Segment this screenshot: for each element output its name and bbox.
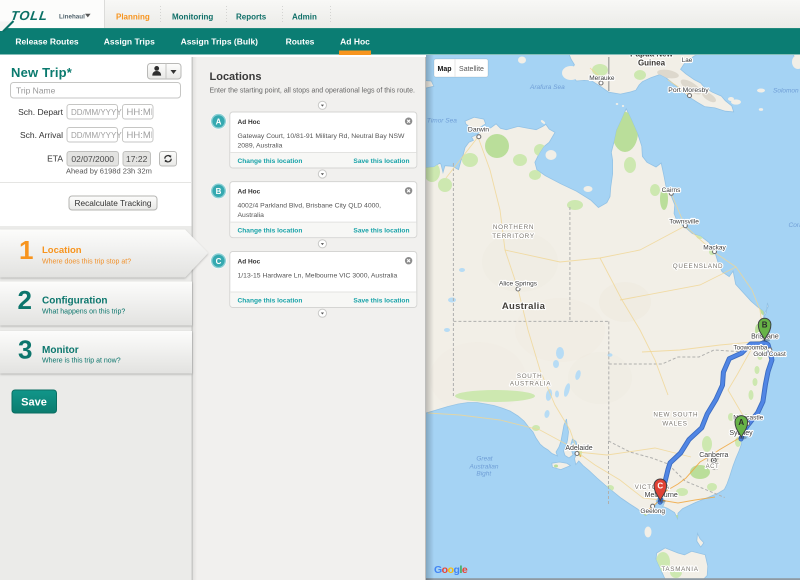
svg-text:Arafura Sea: Arafura Sea [529, 84, 565, 91]
svg-text:Guinea: Guinea [638, 59, 666, 68]
svg-text:Configuration: Configuration [42, 296, 108, 307]
svg-text:Admin: Admin [292, 13, 317, 22]
svg-text:Sch. Depart: Sch. Depart [18, 107, 64, 117]
svg-text:Change this location: Change this location [238, 298, 303, 305]
svg-text:Linehaul: Linehaul [59, 13, 85, 20]
svg-text:17:22: 17:22 [126, 154, 148, 164]
svg-text:Darwin: Darwin [468, 127, 489, 134]
svg-text:Australian: Australian [469, 463, 499, 470]
svg-text:Save this location: Save this location [353, 158, 409, 165]
svg-text:Routes: Routes [286, 37, 315, 47]
svg-text:Recalculate Tracking: Recalculate Tracking [74, 198, 151, 208]
svg-text:Lae: Lae [682, 57, 693, 64]
svg-text:Ad Hoc: Ad Hoc [238, 259, 261, 266]
svg-text:Sch. Arrival: Sch. Arrival [20, 130, 63, 140]
svg-text:Adelaide: Adelaide [565, 445, 592, 452]
svg-text:3: 3 [18, 335, 32, 365]
svg-text:Ad Hoc: Ad Hoc [238, 119, 261, 126]
svg-text:Bight: Bight [476, 471, 492, 478]
svg-text:Australia: Australia [238, 212, 265, 219]
svg-text:Save this location: Save this location [353, 228, 409, 235]
svg-text:DD/MM/YYYY: DD/MM/YYYY [71, 108, 122, 117]
svg-text:Great: Great [476, 456, 493, 463]
svg-text:B: B [216, 187, 222, 196]
svg-text:TASMANIA: TASMANIA [661, 566, 698, 573]
svg-text:ETA: ETA [47, 154, 63, 164]
svg-text:Reports: Reports [236, 13, 267, 22]
svg-text:Location: Location [42, 245, 82, 256]
svg-text:4002/4 Parkland Blvd, Brisbane: 4002/4 Parkland Blvd, Brisbane City QLD … [238, 202, 382, 209]
svg-text:C: C [657, 481, 663, 490]
svg-text:02/07/2000: 02/07/2000 [71, 154, 114, 164]
svg-text:WALES: WALES [662, 421, 687, 428]
svg-text:NORTHERN: NORTHERN [493, 224, 534, 231]
svg-text:Geelong: Geelong [640, 508, 665, 515]
svg-text:A: A [216, 117, 222, 126]
svg-text:Save this location: Save this location [353, 298, 409, 305]
svg-text:Enter the starting point, all: Enter the starting point, all stops and … [210, 88, 416, 95]
svg-text:Ad Hoc: Ad Hoc [340, 37, 370, 47]
svg-text:Where does this trip stop at?: Where does this trip stop at? [42, 259, 131, 266]
svg-text:A: A [738, 418, 744, 427]
svg-text:SOUTH: SOUTH [517, 373, 543, 380]
svg-text:Coral Sea: Coral Sea [789, 222, 800, 229]
svg-text:2: 2 [18, 285, 32, 315]
svg-text:Solomon Sea: Solomon Sea [773, 87, 800, 94]
svg-text:Mackay: Mackay [703, 245, 726, 252]
svg-text:Gateway Court, 10/81-91 Milita: Gateway Court, 10/81-91 Military Rd, Neu… [238, 133, 406, 140]
svg-text:Satellite: Satellite [459, 66, 484, 73]
svg-text:Cairns: Cairns [662, 187, 682, 194]
svg-text:TERRITORY: TERRITORY [492, 233, 535, 240]
svg-text:Monitor: Monitor [42, 345, 79, 356]
svg-text:New Trip*: New Trip* [11, 65, 73, 80]
svg-text:NEW SOUTH: NEW SOUTH [653, 412, 698, 419]
svg-text:QUEENSLAND: QUEENSLAND [673, 263, 723, 270]
svg-text:Monitoring: Monitoring [172, 13, 213, 22]
svg-text:2089, Australia: 2089, Australia [238, 143, 283, 150]
svg-text:AUSTRALIA: AUSTRALIA [510, 381, 551, 388]
svg-text:Map: Map [438, 66, 452, 73]
svg-text:Google: Google [434, 564, 468, 576]
svg-text:Port Moresby: Port Moresby [668, 87, 709, 94]
svg-text:What happens on this trip?: What happens on this trip? [42, 309, 125, 316]
svg-text:1/13-15 Hardware Ln, Melbourne: 1/13-15 Hardware Ln, Melbourne VIC 3000,… [238, 272, 398, 279]
svg-text:Change this location: Change this location [238, 228, 303, 235]
svg-text:Alice Springs: Alice Springs [499, 281, 538, 288]
svg-text:Townsville: Townsville [669, 219, 699, 226]
svg-text:Gold Coast: Gold Coast [753, 351, 786, 358]
svg-text:Change this location: Change this location [238, 158, 303, 165]
svg-text:Canberra: Canberra [699, 452, 728, 459]
svg-text:Locations: Locations [210, 71, 262, 83]
svg-text:Merauke: Merauke [589, 75, 615, 82]
svg-text:ACT: ACT [706, 464, 720, 470]
svg-text:C: C [216, 257, 222, 266]
svg-text:Save: Save [21, 397, 47, 409]
svg-text:Australia: Australia [502, 301, 546, 312]
svg-text:Where is this trip at now?: Where is this trip at now? [42, 358, 121, 365]
svg-text:Ahead by 6198d 23h 32m: Ahead by 6198d 23h 32m [66, 167, 152, 176]
svg-text:Release Routes: Release Routes [15, 37, 79, 47]
svg-text:B: B [762, 321, 768, 330]
svg-text:1: 1 [19, 235, 33, 265]
svg-text:Planning: Planning [116, 13, 150, 22]
svg-text:Trip Name: Trip Name [16, 86, 56, 96]
svg-text:Assign Trips (Bulk): Assign Trips (Bulk) [181, 37, 259, 47]
svg-text:Ad Hoc: Ad Hoc [238, 189, 261, 196]
svg-text:DD/MM/YYYY: DD/MM/YYYY [71, 131, 122, 140]
svg-text:TOLL: TOLL [10, 8, 49, 23]
svg-text:Assign Trips: Assign Trips [104, 37, 155, 47]
